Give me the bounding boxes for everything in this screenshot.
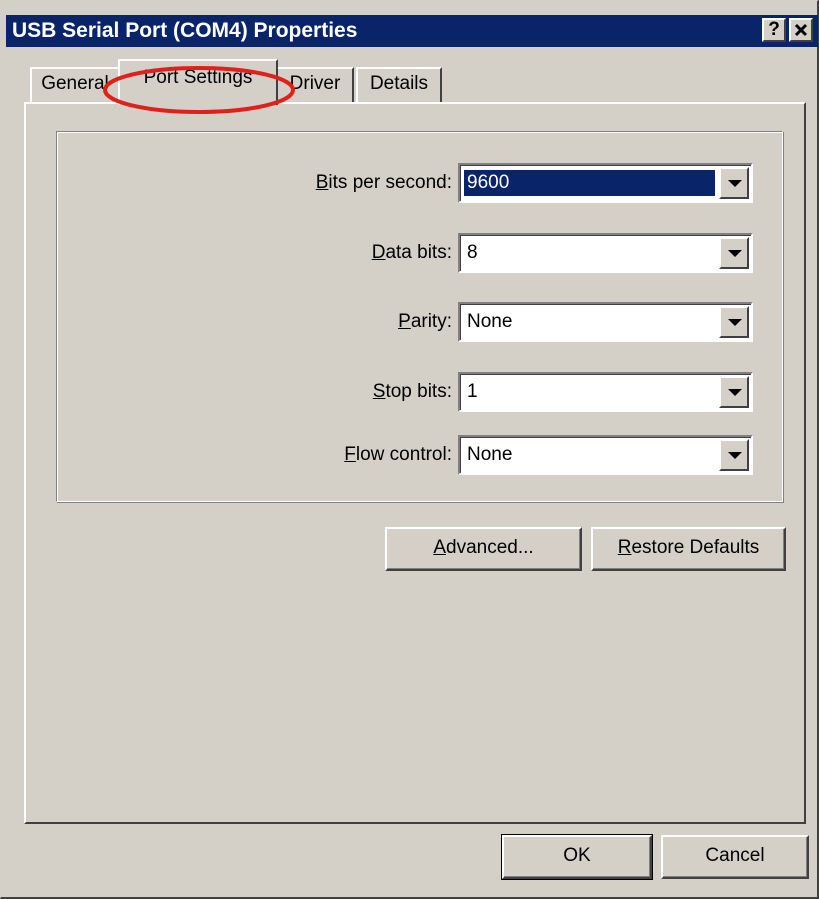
tab-port-settings[interactable]: Port Settings	[118, 59, 278, 105]
help-button[interactable]: ?	[762, 18, 786, 42]
tab-general[interactable]: General	[30, 67, 120, 103]
cancel-button[interactable]: Cancel	[661, 835, 809, 879]
properties-dialog: USB Serial Port (COM4) Properties ? Gene…	[0, 0, 819, 899]
port-settings-panel	[24, 102, 806, 824]
close-icon	[794, 23, 808, 37]
close-button[interactable]	[789, 18, 813, 42]
title-bar[interactable]: USB Serial Port (COM4) Properties ?	[6, 15, 818, 47]
ok-button[interactable]: OK	[501, 834, 653, 880]
tab-details[interactable]: Details	[356, 67, 442, 103]
tab-driver[interactable]: Driver	[276, 67, 354, 103]
window-title: USB Serial Port (COM4) Properties	[12, 19, 358, 42]
